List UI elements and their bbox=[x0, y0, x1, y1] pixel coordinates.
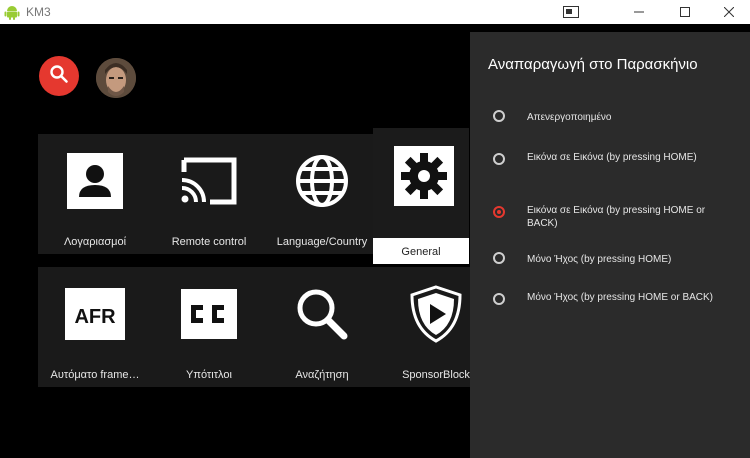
search-icon bbox=[49, 64, 69, 89]
closed-captions-icon bbox=[174, 283, 244, 345]
option-audio-home-back[interactable]: Μόνο Ήχος (by pressing HOME or BACK) bbox=[470, 291, 750, 321]
tile-label: Remote control bbox=[171, 236, 247, 248]
tile-label: Υπότιτλοι bbox=[186, 369, 232, 381]
account-icon bbox=[60, 150, 130, 212]
tile-accounts[interactable]: Λογαριασμοί bbox=[38, 134, 152, 254]
maximize-button[interactable] bbox=[662, 0, 708, 24]
panel-title: Αναπαραγωγή στο Παρασκήνιο bbox=[488, 56, 698, 73]
window-titlebar: KM3 bbox=[0, 0, 750, 24]
radio-button[interactable] bbox=[493, 293, 505, 305]
maximize-icon bbox=[680, 7, 690, 17]
radio-button[interactable] bbox=[493, 252, 505, 264]
tile-label: General bbox=[401, 246, 441, 258]
option-label: Απενεργοποιημένο bbox=[527, 112, 612, 123]
cast-icon bbox=[174, 150, 244, 212]
search-icon bbox=[287, 283, 357, 345]
tile-search[interactable]: Αναζήτηση bbox=[265, 267, 379, 387]
tile-general[interactable]: General bbox=[373, 128, 469, 264]
radio-button[interactable] bbox=[493, 110, 505, 122]
window-title: KM3 bbox=[26, 5, 51, 19]
afr-icon: AFR bbox=[60, 283, 130, 345]
option-label: Εικόνα σε Εικόνα (by pressing HOME or BA… bbox=[527, 205, 706, 229]
option-pip-home-back[interactable]: Εικόνα σε Εικόνα (by pressing HOME or BA… bbox=[470, 204, 750, 234]
avatar[interactable] bbox=[96, 58, 136, 98]
tile-label: Αυτόματο frame… bbox=[50, 369, 140, 381]
option-label: Μόνο Ήχος (by pressing HOME or BACK) bbox=[527, 292, 714, 303]
radio-button[interactable] bbox=[493, 153, 505, 165]
tile-subtitles[interactable]: Υπότιτλοι bbox=[152, 267, 266, 387]
android-icon bbox=[3, 3, 21, 21]
svg-text:AFR: AFR bbox=[74, 306, 116, 328]
tile-label: Λογαριασμοί bbox=[63, 236, 127, 248]
app-area: Λογαριασμοί Remote control Language/Coun… bbox=[0, 24, 750, 458]
option-label: Εικόνα σε Εικόνα (by pressing HOME) bbox=[527, 152, 697, 163]
sponsorblock-icon bbox=[401, 283, 471, 345]
tile-language-country[interactable]: Language/Country bbox=[265, 134, 379, 254]
tile-remote-control[interactable]: Remote control bbox=[152, 134, 266, 254]
tile-afr[interactable]: AFR Αυτόματο frame… bbox=[38, 267, 152, 387]
option-label: Μόνο Ήχος (by pressing HOME) bbox=[527, 254, 672, 265]
background-playback-panel: Αναπαραγωγή στο Παρασκήνιο Απενεργοποιημ… bbox=[470, 32, 750, 458]
globe-icon bbox=[287, 150, 357, 212]
option-disabled[interactable]: Απενεργοποιημένο bbox=[470, 108, 750, 138]
window-mode-button[interactable] bbox=[548, 0, 594, 24]
option-pip-home[interactable]: Εικόνα σε Εικόνα (by pressing HOME) bbox=[470, 151, 750, 181]
window-mode-icon bbox=[563, 6, 579, 18]
option-audio-home[interactable]: Μόνο Ήχος (by pressing HOME) bbox=[470, 250, 750, 280]
minimize-icon bbox=[634, 7, 644, 17]
tile-label: Language/Country bbox=[276, 236, 368, 248]
gear-icon bbox=[394, 146, 454, 206]
search-button[interactable] bbox=[39, 56, 79, 96]
close-button[interactable] bbox=[706, 0, 750, 24]
radio-button[interactable] bbox=[493, 206, 505, 218]
close-icon bbox=[724, 7, 734, 17]
tile-label: Αναζήτηση bbox=[295, 369, 349, 381]
minimize-button[interactable] bbox=[616, 0, 662, 24]
